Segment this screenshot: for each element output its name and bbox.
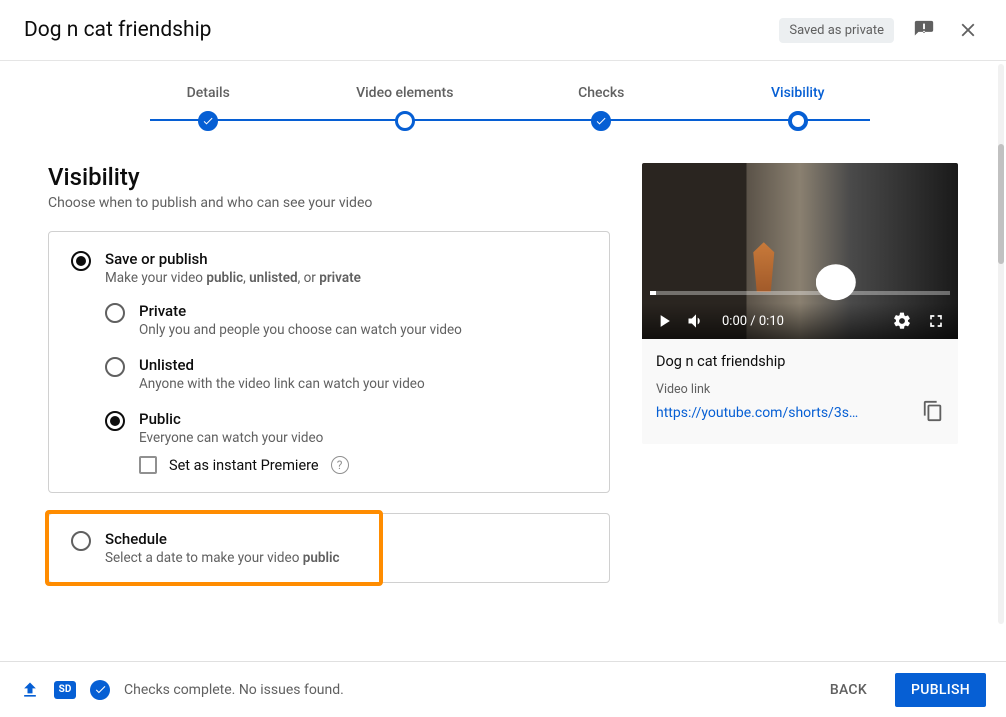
radio-icon xyxy=(105,357,125,377)
close-icon[interactable] xyxy=(954,16,982,44)
stepper: Details Video elements Checks Visibility xyxy=(0,61,1006,139)
saved-status-badge: Saved as private xyxy=(779,18,894,43)
video-controls: 0:00 / 0:10 xyxy=(642,303,958,339)
video-title-header: Dog n cat friendship xyxy=(24,18,211,42)
video-meta: Dog n cat friendship Video link https://… xyxy=(642,339,958,444)
settings-icon[interactable] xyxy=(892,311,912,331)
option-private[interactable]: Private Only you and people you choose c… xyxy=(105,302,591,338)
radio-icon xyxy=(105,303,125,323)
footer-actions: BACK PUBLISH xyxy=(816,673,986,707)
step-video-elements[interactable]: Video elements xyxy=(307,85,504,131)
dialog-header: Dog n cat friendship Saved as private xyxy=(0,0,1006,61)
checks-status-text: Checks complete. No issues found. xyxy=(124,682,344,698)
page-subheading: Choose when to publish and who can see y… xyxy=(48,195,610,211)
save-publish-desc: Make your video public, unlisted, or pri… xyxy=(105,270,361,286)
schedule-radio[interactable]: Schedule Select a date to make your vide… xyxy=(71,530,591,566)
video-link-label: Video link xyxy=(656,382,944,397)
video-time: 0:00 / 0:10 xyxy=(718,314,880,329)
schedule-title: Schedule xyxy=(105,530,340,548)
video-progress-fill xyxy=(650,291,656,295)
sd-badge: SD xyxy=(54,681,76,699)
upload-icon xyxy=(20,680,40,700)
footer-bar: SD Checks complete. No issues found. BAC… xyxy=(0,661,1006,717)
preview-panel: 0:00 / 0:10 Dog n cat friendship Video l… xyxy=(642,163,958,583)
radio-icon xyxy=(71,531,91,551)
main-column: Visibility Choose when to publish and wh… xyxy=(48,163,610,583)
header-actions: Saved as private xyxy=(779,16,982,44)
checkbox-icon[interactable] xyxy=(139,456,157,474)
option-unlisted[interactable]: Unlisted Anyone with the video link can … xyxy=(105,356,591,392)
content-area: Visibility Choose when to publish and wh… xyxy=(0,139,1006,583)
video-thumbnail[interactable]: 0:00 / 0:10 xyxy=(642,163,958,339)
play-icon[interactable] xyxy=(654,311,674,331)
premiere-row[interactable]: Set as instant Premiere ? xyxy=(139,456,591,474)
save-or-publish-radio[interactable]: Save or publish Make your video public, … xyxy=(71,250,591,286)
premiere-label: Set as instant Premiere xyxy=(169,457,319,474)
radio-icon xyxy=(105,411,125,431)
publish-button[interactable]: PUBLISH xyxy=(895,673,986,707)
video-link-url[interactable]: https://youtube.com/shorts/3s… xyxy=(656,405,858,421)
help-icon[interactable]: ? xyxy=(331,456,349,474)
scrollbar-thumb[interactable] xyxy=(998,144,1004,264)
step-circle-done-icon xyxy=(198,111,218,131)
step-visibility[interactable]: Visibility xyxy=(700,85,897,131)
step-checks[interactable]: Checks xyxy=(503,85,700,131)
schedule-card: Schedule Select a date to make your vide… xyxy=(48,513,610,583)
scrollbar-track[interactable] xyxy=(998,64,1004,624)
step-details[interactable]: Details xyxy=(110,85,307,131)
step-circle-done-icon xyxy=(591,111,611,131)
fullscreen-icon[interactable] xyxy=(926,311,946,331)
volume-icon[interactable] xyxy=(686,311,706,331)
check-circle-icon xyxy=(90,680,110,700)
save-publish-title: Save or publish xyxy=(105,250,361,268)
radio-icon xyxy=(71,251,91,271)
feedback-icon[interactable] xyxy=(910,16,938,44)
back-button[interactable]: BACK xyxy=(816,674,881,706)
video-progress-bar[interactable] xyxy=(650,291,950,295)
schedule-desc: Select a date to make your video public xyxy=(105,550,340,566)
copy-icon[interactable] xyxy=(922,400,944,426)
preview-video-title: Dog n cat friendship xyxy=(656,353,944,370)
footer-status: SD Checks complete. No issues found. xyxy=(20,680,344,700)
step-circle-hollow-icon xyxy=(395,111,415,131)
visibility-options: Private Only you and people you choose c… xyxy=(105,302,591,474)
save-or-publish-card: Save or publish Make your video public, … xyxy=(48,231,610,493)
page-heading: Visibility xyxy=(48,163,610,191)
step-circle-active-icon xyxy=(788,111,808,131)
option-public[interactable]: Public Everyone can watch your video xyxy=(105,410,591,446)
